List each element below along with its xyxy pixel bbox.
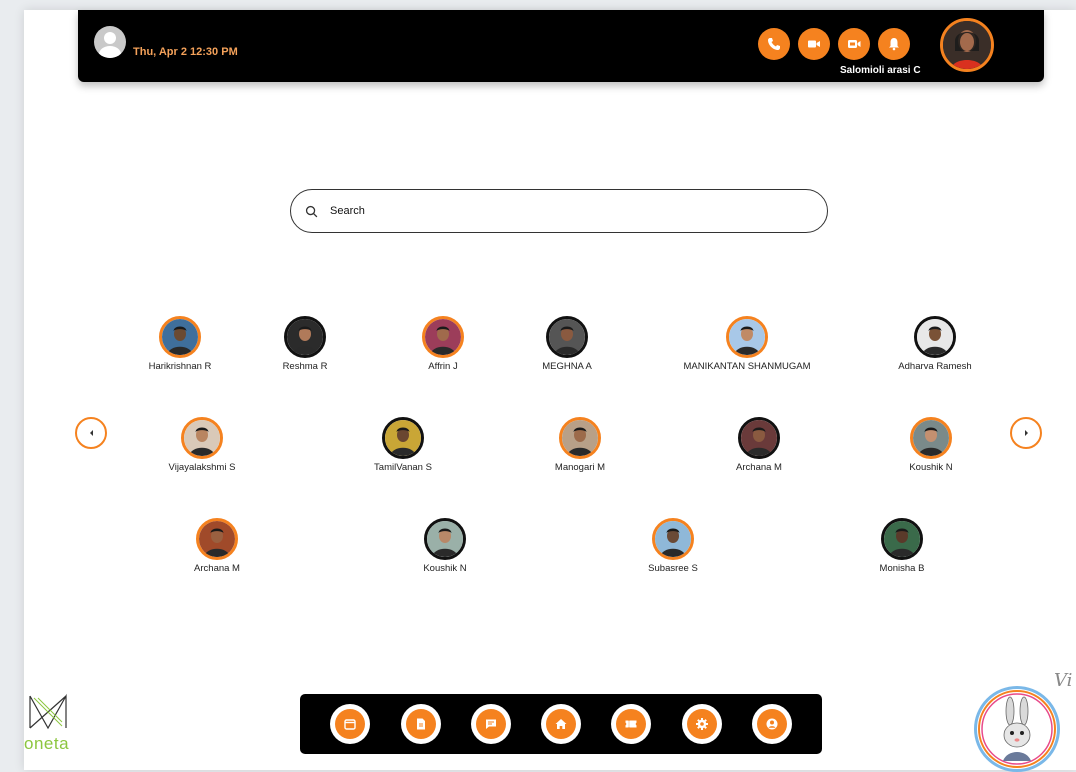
contact-name: MANIKANTAN SHANMUGAM — [683, 361, 811, 372]
nav-profile-button[interactable] — [751, 704, 792, 744]
calendar-icon — [344, 719, 356, 730]
user-avatar-placeholder[interactable] — [94, 26, 126, 58]
notification-button[interactable] — [878, 28, 910, 60]
brand-logo-text: oneta — [24, 734, 70, 753]
phone-icon — [768, 38, 780, 50]
contact-photo — [884, 521, 920, 557]
contact-card[interactable]: Koushik N — [856, 417, 1006, 473]
page: Thu, Apr 2 12:30 PM Salomioli arasi C Se… — [24, 10, 1076, 772]
contact-avatar[interactable] — [422, 316, 464, 358]
home-icon — [555, 719, 567, 729]
contact-avatar[interactable] — [424, 518, 466, 560]
contact-name: Archana M — [194, 563, 240, 574]
contact-avatar[interactable] — [181, 417, 223, 459]
contact-photo — [655, 521, 691, 557]
contact-photo — [913, 420, 949, 456]
contact-card[interactable]: Adharva Ramesh — [860, 316, 1010, 372]
contact-photo — [184, 420, 220, 456]
profile-avatar[interactable] — [940, 18, 994, 72]
ticket-icon — [625, 720, 637, 728]
contact-name: Koushik N — [909, 462, 953, 473]
signature: Vi — [1054, 670, 1073, 691]
contact-card[interactable]: MEGHNA A — [492, 316, 642, 372]
contact-card[interactable]: Subasree S — [598, 518, 748, 574]
contact-photo — [741, 420, 777, 456]
contact-name: Vijayalakshmi S — [168, 462, 236, 473]
contact-avatar[interactable] — [284, 316, 326, 358]
contact-avatar[interactable] — [738, 417, 780, 459]
profile-icon — [766, 718, 778, 730]
chevron-left-icon — [89, 430, 93, 436]
contact-card[interactable]: Vijayalakshmi S — [127, 417, 277, 473]
top-actions — [758, 28, 910, 60]
contact-card[interactable]: Archana M — [684, 417, 834, 473]
contact-card[interactable]: MANIKANTAN SHANMUGAM — [672, 316, 822, 372]
contact-photo — [287, 319, 323, 355]
profile-photo — [943, 21, 991, 69]
contact-photo — [562, 420, 598, 456]
contact-name: Koushik N — [423, 563, 467, 574]
mascot-avatar[interactable] — [974, 686, 1060, 772]
contact-photo — [549, 319, 585, 355]
user-name: Salomioli arasi C — [840, 65, 921, 76]
prev-arrow-button[interactable] — [75, 417, 107, 449]
contact-card[interactable]: Reshma R — [230, 316, 380, 372]
top-bar: Thu, Apr 2 12:30 PM Salomioli arasi C — [78, 10, 1044, 82]
contact-name: TamilVanan S — [374, 462, 432, 473]
video-call-button[interactable] — [838, 28, 870, 60]
settings-icon — [695, 718, 708, 730]
document-icon — [416, 718, 425, 730]
contact-photo — [385, 420, 421, 456]
contact-avatar[interactable] — [910, 417, 952, 459]
next-arrow-button[interactable] — [1010, 417, 1042, 449]
nav-chat-button[interactable] — [470, 704, 511, 744]
contact-avatar[interactable] — [652, 518, 694, 560]
contact-photo — [162, 319, 198, 355]
rabbit-mascot-icon — [978, 690, 1056, 768]
contact-card[interactable]: Manogari M — [505, 417, 655, 473]
contact-avatar[interactable] — [382, 417, 424, 459]
search-input[interactable] — [328, 204, 812, 218]
chevron-right-icon — [1024, 430, 1028, 436]
nav-ticket-button[interactable] — [611, 704, 652, 744]
contact-photo — [917, 319, 953, 355]
contact-name: Adharva Ramesh — [898, 361, 972, 372]
chat-icon — [485, 719, 496, 729]
contact-card[interactable]: Koushik N — [370, 518, 520, 574]
bell-icon — [889, 38, 899, 51]
contact-photo — [199, 521, 235, 557]
user-icon — [99, 32, 121, 58]
contact-name: Monisha B — [879, 563, 925, 574]
contact-name: Archana M — [736, 462, 782, 473]
video-call-icon — [848, 40, 861, 48]
contact-card[interactable]: TamilVanan S — [328, 417, 478, 473]
contact-photo — [729, 319, 765, 355]
contact-avatar[interactable] — [881, 518, 923, 560]
phone-button[interactable] — [758, 28, 790, 60]
contact-photo — [425, 319, 461, 355]
contact-card[interactable]: Archana M — [142, 518, 292, 574]
search-icon — [305, 205, 318, 217]
nav-settings-button[interactable] — [681, 704, 722, 744]
contact-name: Reshma R — [282, 361, 328, 372]
contact-avatar[interactable] — [196, 518, 238, 560]
contact-avatar[interactable] — [159, 316, 201, 358]
contact-name: Subasree S — [648, 563, 698, 574]
video-icon — [808, 40, 820, 48]
contact-name: Manogari M — [554, 462, 606, 473]
nav-calendar-button[interactable] — [330, 704, 371, 744]
nav-home-button[interactable] — [541, 704, 581, 744]
contact-avatar[interactable] — [546, 316, 588, 358]
contact-avatar[interactable] — [559, 417, 601, 459]
nav-document-button[interactable] — [400, 704, 441, 744]
contact-name: MEGHNA A — [542, 361, 592, 372]
datetime: Thu, Apr 2 12:30 PM — [133, 46, 238, 58]
video-button[interactable] — [798, 28, 830, 60]
contact-avatar[interactable] — [914, 316, 956, 358]
search-bar[interactable] — [290, 189, 828, 233]
contact-avatar[interactable] — [726, 316, 768, 358]
bottom-nav — [300, 694, 822, 754]
contact-card[interactable]: Monisha B — [827, 518, 977, 574]
contact-photo — [427, 521, 463, 557]
